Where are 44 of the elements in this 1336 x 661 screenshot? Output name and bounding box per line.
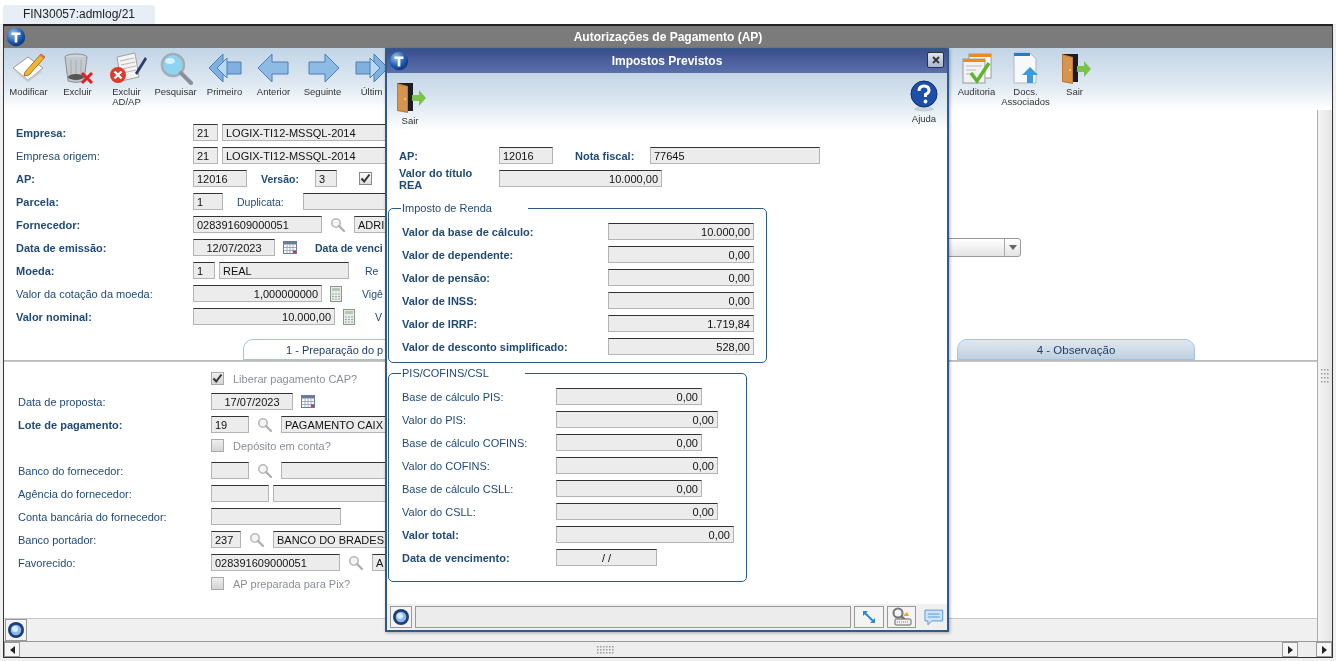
field-label: Valor de pensão:	[402, 271, 492, 284]
group-title: PIS/COFINS/CSL	[401, 367, 490, 379]
field-label: Nota fiscal:	[575, 149, 636, 162]
field-label: Empresa:	[16, 126, 68, 139]
field-label: Moeda:	[16, 264, 56, 277]
field-label: V	[375, 310, 382, 323]
field-label: Valor nominal:	[16, 310, 93, 323]
field-label: Fornecedor:	[16, 218, 82, 231]
field-label: Vigê	[362, 287, 383, 300]
field-label: Duplicata:	[237, 195, 285, 208]
checkbox-label: AP preparada para Pix?	[233, 577, 351, 590]
field-label: Data de venci	[315, 241, 383, 254]
window-title: Autorizações de Pagamento (AP)	[572, 30, 764, 44]
field-label: Valor de dependente:	[402, 248, 515, 261]
field-label: Re	[365, 264, 379, 277]
field-label: Lote de pagamento:	[18, 418, 124, 431]
field-label: Data de vencimento:	[402, 551, 511, 564]
field-label: Valor do título REA	[399, 166, 474, 191]
field-label: Valor de INSS:	[402, 294, 479, 307]
dialog-title: Impostos Previstos	[610, 54, 724, 68]
field-label: Valor de IRRF:	[402, 317, 479, 330]
field-label: Data de emissão:	[16, 241, 108, 254]
field-label: Conta bancária do fornecedor:	[18, 510, 168, 523]
field-label: Empresa origem:	[16, 149, 101, 162]
field-label: Base de cálculo CSLL:	[402, 482, 515, 495]
checkbox-label: Depósito em conta?	[233, 439, 331, 452]
field-label: AP:	[16, 172, 36, 185]
field-label: Data de proposta:	[18, 395, 107, 408]
field-label: Agência do fornecedor:	[18, 487, 133, 500]
field-label: Versão:	[261, 172, 300, 185]
field-label: Base de cálculo COFINS:	[402, 436, 529, 449]
field-label: Parcela:	[16, 195, 60, 208]
field-label: Banco do fornecedor:	[18, 464, 125, 477]
field-label: Banco portador:	[18, 533, 98, 546]
field-label: Valor da cotação da moeda:	[16, 287, 154, 300]
field-label: Valor da base de cálculo:	[402, 225, 535, 238]
field-label: Base de cálculo PIS:	[402, 390, 505, 403]
field-label: Valor do CSLL:	[402, 505, 477, 518]
group-title: Imposto de Renda	[401, 202, 493, 214]
field-label: Valor de desconto simplificado:	[402, 340, 569, 353]
checkbox-label: Liberar pagamento CAP?	[233, 372, 358, 385]
field-label: AP:	[399, 149, 419, 162]
field-label: Valor do COFINS:	[402, 459, 491, 472]
field-label: Favorecido:	[18, 556, 77, 569]
